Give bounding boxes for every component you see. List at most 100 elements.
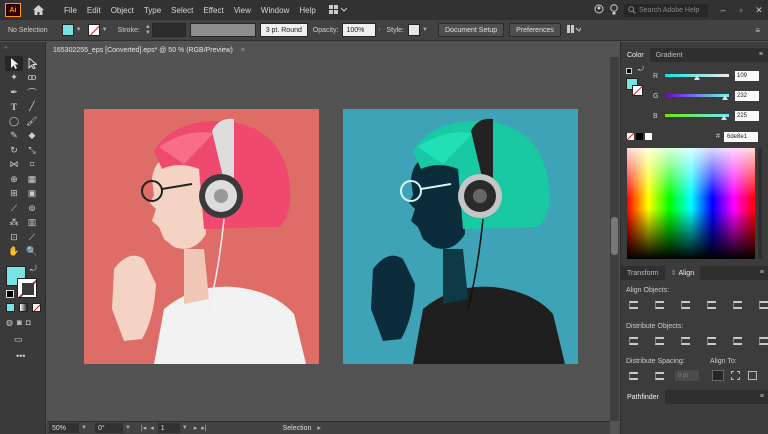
screen-mode-icon[interactable]: ▭ bbox=[14, 334, 23, 345]
width-tool-icon[interactable]: ⋈ bbox=[5, 158, 23, 173]
align-vertical-center-icon[interactable] bbox=[731, 299, 744, 310]
free-transform-icon[interactable]: ⌗ bbox=[23, 158, 41, 173]
variable-width-profile[interactable] bbox=[189, 23, 256, 37]
preferences-button[interactable]: Preferences bbox=[509, 23, 561, 37]
previous-artboard-icon[interactable]: ◂ bbox=[150, 424, 154, 432]
next-artboard-icon[interactable]: ▸ bbox=[194, 424, 198, 432]
menu-type[interactable]: Type bbox=[139, 6, 166, 15]
stroke-stepper[interactable]: ▲ ▼ bbox=[144, 23, 152, 37]
zoom-tool-icon[interactable]: 🔍 bbox=[23, 245, 41, 260]
blue-value-field[interactable]: 225 bbox=[735, 111, 759, 121]
perspective-grid-icon[interactable]: ▦ bbox=[23, 172, 41, 187]
help-search-input[interactable]: Search Adobe Help bbox=[624, 3, 708, 17]
distribute-left-icon[interactable] bbox=[705, 335, 718, 346]
symbol-sprayer-icon[interactable]: ⁂ bbox=[5, 216, 23, 231]
scale-tool-icon[interactable]: ⤡ bbox=[23, 143, 41, 158]
lasso-icon[interactable]: ꝏ bbox=[23, 71, 41, 86]
rotation-field[interactable]: 0° bbox=[94, 423, 123, 433]
rotate-tool-icon[interactable]: ↻ bbox=[5, 143, 23, 158]
chevron-down-icon[interactable]: ▼ bbox=[102, 27, 108, 33]
tab-transform[interactable]: Transform bbox=[621, 266, 665, 280]
menu-object[interactable]: Object bbox=[106, 6, 139, 15]
stroke-proxy[interactable] bbox=[17, 278, 37, 298]
menu-select[interactable]: Select bbox=[166, 6, 198, 15]
chevron-down-icon[interactable]: ▼ bbox=[422, 27, 428, 33]
tab-pathfinder[interactable]: Pathfinder bbox=[621, 390, 665, 404]
black-swatch[interactable] bbox=[636, 133, 643, 140]
selection-tool-icon[interactable] bbox=[5, 56, 23, 71]
column-graph-icon[interactable]: ▥ bbox=[23, 216, 41, 231]
magic-wand-icon[interactable]: ✦ bbox=[5, 71, 23, 86]
panel-menu-icon[interactable]: ≡ bbox=[760, 269, 764, 276]
hex-field[interactable]: 6de8e1 bbox=[724, 132, 758, 142]
home-icon[interactable] bbox=[31, 4, 45, 16]
align-right-icon[interactable] bbox=[679, 299, 692, 310]
gradient-icon[interactable] bbox=[19, 303, 28, 312]
draw-normal-icon[interactable]: ◍ bbox=[6, 318, 13, 327]
draw-inside-icon[interactable]: ◘ bbox=[26, 318, 31, 327]
spectrum-scrollbar[interactable] bbox=[758, 148, 762, 259]
tab-gradient[interactable]: Gradient bbox=[650, 48, 689, 62]
minimize-icon[interactable]: – bbox=[714, 5, 732, 15]
stroke-weight-field[interactable] bbox=[151, 23, 186, 37]
direct-selection-tool-icon[interactable] bbox=[23, 56, 41, 71]
brush-definition-field[interactable]: 3 pt. Round bbox=[259, 23, 308, 37]
chevron-right-icon[interactable]: ▸ bbox=[317, 424, 321, 432]
chevron-right-icon[interactable]: › bbox=[378, 27, 380, 33]
opacity-field[interactable]: 100% bbox=[342, 23, 377, 37]
artboard-right[interactable] bbox=[343, 109, 578, 364]
artboard-field[interactable]: 1 bbox=[157, 423, 180, 433]
green-slider-thumb[interactable] bbox=[722, 95, 728, 100]
first-artboard-icon[interactable]: |◂ bbox=[141, 424, 146, 432]
draw-behind-icon[interactable]: ◙ bbox=[17, 318, 22, 327]
distribute-top-icon[interactable] bbox=[627, 335, 640, 346]
artboard-left[interactable] bbox=[84, 109, 319, 364]
eyedropper-icon[interactable]: ⟋ bbox=[5, 201, 23, 216]
tab-close-icon[interactable]: × bbox=[241, 47, 245, 54]
green-slider[interactable] bbox=[665, 94, 729, 97]
color-spectrum[interactable] bbox=[627, 148, 755, 259]
distribute-bottom-icon[interactable] bbox=[679, 335, 692, 346]
vertical-distribute-space-icon[interactable] bbox=[627, 370, 640, 381]
document-tab[interactable]: 165302255_eps [Converted].eps* @ 50 % (R… bbox=[47, 43, 251, 57]
hand-tool-icon[interactable]: ✋ bbox=[5, 245, 23, 260]
blue-slider[interactable] bbox=[665, 114, 729, 117]
align-top-icon[interactable] bbox=[705, 299, 718, 310]
gradient-tool-icon[interactable]: ▣ bbox=[23, 187, 41, 202]
panel-menu-icon[interactable]: ≡ bbox=[760, 393, 764, 400]
graphic-style-swatch[interactable] bbox=[408, 24, 420, 36]
align-horizontal-center-icon[interactable] bbox=[653, 299, 666, 310]
workspace-switcher-icon[interactable] bbox=[328, 5, 347, 15]
distribute-vertical-center-icon[interactable] bbox=[653, 335, 666, 346]
eraser-tool-icon[interactable]: ◆ bbox=[23, 129, 41, 144]
type-tool-icon[interactable]: T bbox=[5, 100, 23, 115]
menu-edit[interactable]: Edit bbox=[82, 6, 106, 15]
fill-swatch[interactable] bbox=[61, 24, 74, 36]
lightbulb-icon[interactable] bbox=[610, 3, 618, 17]
document-setup-button[interactable]: Document Setup bbox=[437, 23, 505, 37]
menu-help[interactable]: Help bbox=[294, 6, 320, 15]
canvas[interactable] bbox=[47, 57, 610, 420]
last-artboard-icon[interactable]: ▸| bbox=[201, 424, 206, 432]
green-value-field[interactable]: 232 bbox=[735, 91, 759, 101]
swap-icon[interactable]: ⤾ bbox=[30, 264, 37, 274]
menu-view[interactable]: View bbox=[229, 6, 256, 15]
ellipse-tool-icon[interactable]: ◯ bbox=[5, 114, 23, 129]
more-tools-icon[interactable]: ••• bbox=[16, 351, 25, 361]
blend-tool-icon[interactable]: ⊚ bbox=[23, 201, 41, 216]
menu-window[interactable]: Window bbox=[256, 6, 294, 15]
curvature-tool-icon[interactable]: ⌒ bbox=[23, 85, 41, 100]
menu-file[interactable]: File bbox=[59, 6, 82, 15]
paintbrush-tool-icon[interactable]: 🖌 bbox=[23, 114, 41, 129]
spacing-field[interactable]: 0 pt bbox=[675, 370, 699, 381]
red-value-field[interactable]: 109 bbox=[735, 71, 759, 81]
white-swatch[interactable] bbox=[645, 133, 652, 140]
vertical-scrollbar[interactable] bbox=[610, 57, 619, 421]
line-tool-icon[interactable]: ╱ bbox=[23, 100, 41, 115]
horizontal-distribute-space-icon[interactable] bbox=[653, 370, 666, 381]
tab-color[interactable]: Color bbox=[621, 48, 650, 62]
color-icon[interactable] bbox=[6, 303, 15, 312]
pen-tool-icon[interactable]: ✒ bbox=[5, 85, 23, 100]
stroke-swatch[interactable] bbox=[87, 24, 100, 36]
chevron-down-icon[interactable]: ▼ bbox=[76, 27, 82, 33]
